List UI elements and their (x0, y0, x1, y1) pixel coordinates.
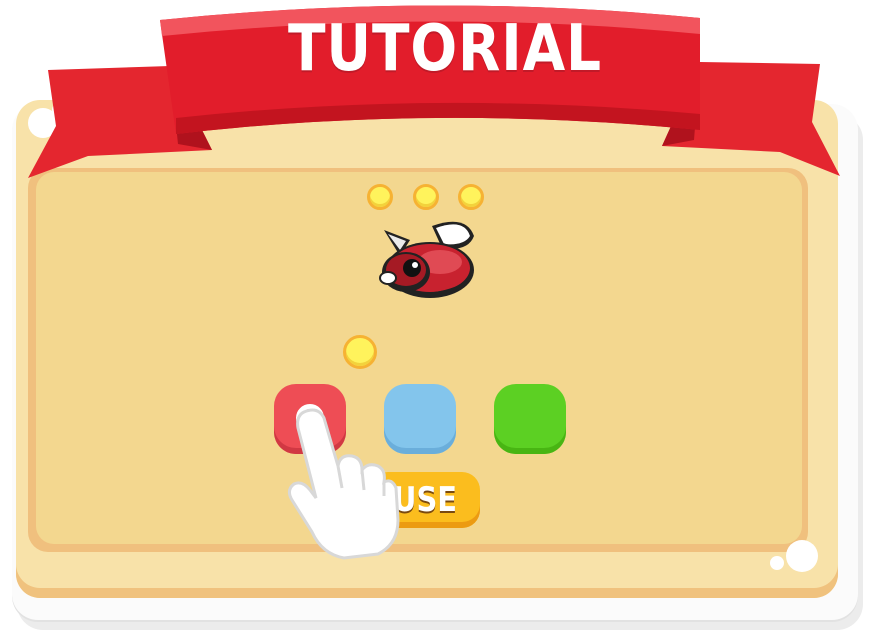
pointing-hand-icon (287, 408, 400, 560)
green-color-button[interactable] (494, 384, 566, 454)
coin-icon (413, 184, 439, 210)
red-bug-icon (379, 221, 474, 298)
decor-bubble (770, 556, 784, 570)
tutorial-title: TUTORIAL (288, 12, 602, 86)
decor-bubble (786, 540, 818, 572)
coin-icon (458, 184, 484, 210)
coin-icon (367, 184, 393, 210)
tutorial-screen: TUTORIAL USE (0, 0, 869, 637)
coin-icon (343, 335, 377, 369)
